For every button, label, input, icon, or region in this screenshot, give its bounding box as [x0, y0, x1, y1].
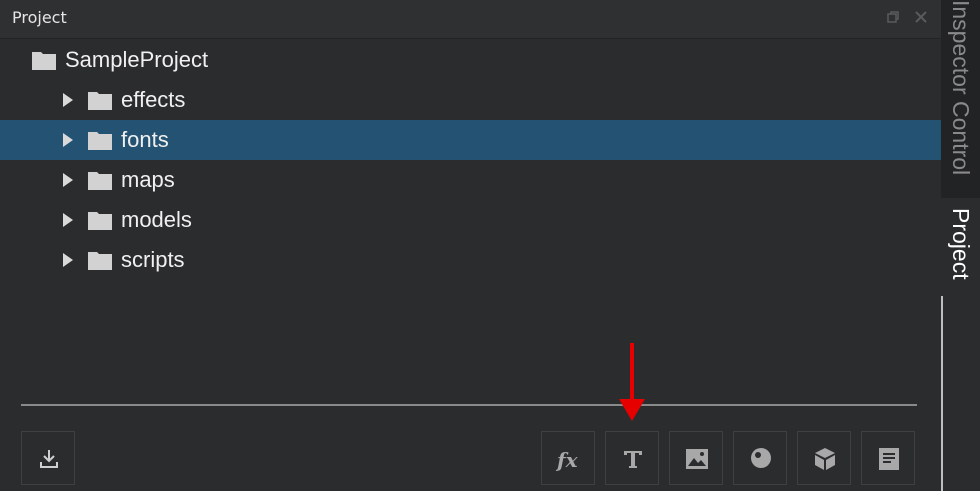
import-icon [40, 450, 58, 468]
panel-title: Project [12, 8, 67, 27]
image-icon [686, 449, 708, 469]
annotation-arrow-head [619, 399, 645, 421]
tree-item-maps[interactable]: maps [0, 160, 941, 200]
folder-icon [88, 132, 112, 150]
fx-icon: fx [555, 448, 579, 472]
tree-root-label: SampleProject [65, 47, 209, 72]
cube-icon [815, 448, 835, 470]
tree-item-label: fonts [121, 127, 169, 152]
tree-root-row[interactable]: SampleProject [0, 40, 941, 80]
import-button[interactable] [21, 431, 75, 485]
folder-icon [88, 212, 112, 230]
document-icon [879, 448, 899, 470]
text-icon [624, 451, 642, 468]
tree-item-fonts[interactable]: fonts [0, 120, 941, 160]
sphere-icon [751, 448, 771, 468]
expand-arrow-icon[interactable] [63, 173, 73, 187]
new-font-button[interactable] [605, 431, 659, 485]
tree-item-label: maps [121, 167, 175, 192]
restore-icon[interactable] [886, 10, 900, 24]
new-material-button[interactable] [733, 431, 787, 485]
close-icon[interactable] [914, 10, 928, 24]
svg-text:fx: fx [555, 448, 579, 472]
folder-icon [32, 52, 56, 70]
folder-icon [88, 172, 112, 190]
expand-arrow-icon[interactable] [63, 133, 73, 147]
new-image-button[interactable] [669, 431, 723, 485]
panel-titlebar: Project [0, 0, 941, 39]
new-script-button[interactable] [861, 431, 915, 485]
folder-icon [88, 92, 112, 110]
annotation-arrow-shaft [630, 343, 634, 401]
side-tab-indicator [941, 296, 943, 491]
tab-inspector-control[interactable]: Inspector Control [941, 0, 980, 198]
folder-icon [88, 252, 112, 270]
tree-item-effects[interactable]: effects [0, 80, 941, 120]
tree-item-label: models [121, 207, 192, 232]
tree-item-label: effects [121, 87, 186, 112]
tree-item-models[interactable]: models [0, 200, 941, 240]
tab-project[interactable]: Project [941, 200, 980, 296]
expand-arrow-icon[interactable] [63, 213, 73, 227]
tree-item-scripts[interactable]: scripts [0, 240, 941, 280]
expand-arrow-icon[interactable] [63, 93, 73, 107]
new-effect-button[interactable]: fx [541, 431, 595, 485]
toolbar-divider [21, 404, 917, 406]
new-model-button[interactable] [797, 431, 851, 485]
expand-arrow-icon[interactable] [63, 253, 73, 267]
tree-item-label: scripts [121, 247, 185, 272]
